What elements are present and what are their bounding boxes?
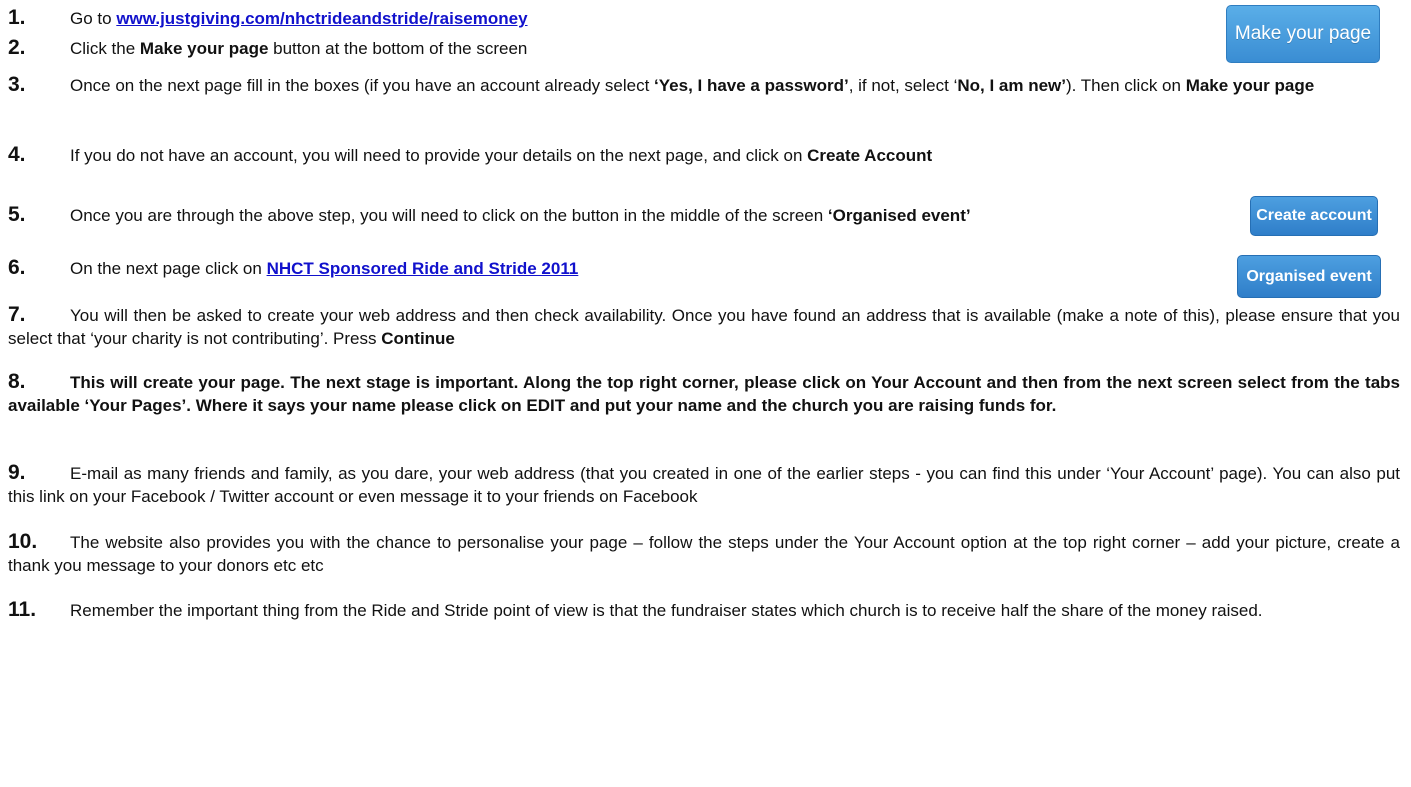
step-10: 10. The website also provides you with th… xyxy=(8,530,1400,577)
step-bold-text: This will create your page. The next sta… xyxy=(8,373,1400,415)
step-number: 3. xyxy=(8,73,26,96)
step-1: 1. Go to www.justgiving.com/nhctrideandst… xyxy=(8,6,1198,30)
step-bold-text: Create Account xyxy=(807,146,933,165)
step-3: 3. Once on the next page fill in the boxe… xyxy=(8,73,1400,97)
step-6: 6. On the next page click on NHCT Sponsor… xyxy=(8,256,1198,280)
step-4: 4. If you do not have an account, you wil… xyxy=(8,143,1224,167)
step-text: On the next page click on xyxy=(70,259,267,278)
step-number: 5. xyxy=(8,203,26,226)
justgiving-link[interactable]: www.justgiving.com/nhctrideandstride/rai… xyxy=(116,9,527,28)
step-text: button at the bottom of the screen xyxy=(268,39,528,58)
step-text: E-mail as many friends and family, as yo… xyxy=(8,464,1400,506)
step-2: 2. Click the Make your page button at the… xyxy=(8,36,1198,60)
step-text: ). Then click on xyxy=(1066,76,1186,95)
step-bold-text: Make your page xyxy=(1185,76,1315,95)
step-text: The website also provides you with the c… xyxy=(8,533,1400,575)
step-text: Click the xyxy=(70,39,140,58)
step-11: 11. Remember the important thing from the… xyxy=(8,598,1400,622)
step-7: 7. You will then be asked to create your … xyxy=(8,303,1400,350)
step-text: If you do not have an account, you will … xyxy=(70,146,808,165)
step-number: 1. xyxy=(8,6,26,29)
step-bold-text: ‘Yes, I have a password’ xyxy=(654,76,849,95)
step-text: Remember the important thing from the Ri… xyxy=(70,601,1263,620)
step-5: 5. Once you are through the above step, y… xyxy=(8,203,1212,227)
step-number: 10. xyxy=(8,530,38,553)
make-your-page-button[interactable]: Make your page xyxy=(1226,5,1380,63)
step-number: 6. xyxy=(8,256,26,279)
organised-event-button[interactable]: Organised event xyxy=(1237,255,1381,298)
step-number: 9. xyxy=(8,461,26,484)
step-text: Go to xyxy=(70,9,117,28)
step-8: 8. This will create your page. The next s… xyxy=(8,370,1400,417)
step-bold-text: ‘Organised event’ xyxy=(827,206,971,225)
step-number: 4. xyxy=(8,143,26,166)
step-number: 7. xyxy=(8,303,26,326)
step-bold-text: Make your page xyxy=(139,39,269,58)
ride-and-stride-link[interactable]: NHCT Sponsored Ride and Stride 2011 xyxy=(267,259,579,278)
step-number: 11. xyxy=(8,598,37,621)
step-bold-text: No, I am new’ xyxy=(957,76,1066,95)
step-9: 9. E-mail as many friends and family, as … xyxy=(8,461,1400,508)
create-account-button[interactable]: Create account xyxy=(1250,196,1378,236)
step-text: You will then be asked to create your we… xyxy=(8,306,1400,348)
step-text: Once you are through the above step, you… xyxy=(70,206,828,225)
step-text: Once on the next page fill in the boxes … xyxy=(70,76,655,95)
step-text: , if not, select ‘ xyxy=(848,76,958,95)
instructions-document: 1. Go to www.justgiving.com/nhctrideandst… xyxy=(0,0,1411,787)
step-bold-text: Continue xyxy=(381,329,455,348)
step-number: 8. xyxy=(8,370,26,393)
step-number: 2. xyxy=(8,36,26,59)
